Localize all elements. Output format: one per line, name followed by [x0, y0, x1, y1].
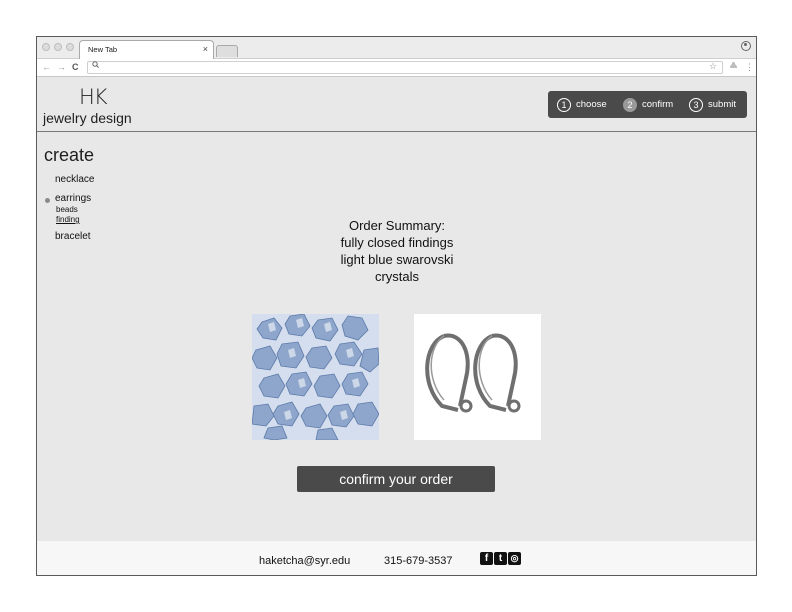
findings-illustration [414, 314, 541, 440]
instagram-icon[interactable]: ◎ [508, 552, 521, 565]
step-submit[interactable]: 3 submit [689, 97, 736, 112]
sidebar-item-earrings[interactable]: earrings [55, 193, 91, 204]
step-number: 2 [623, 97, 637, 112]
findings-image [414, 314, 541, 440]
create-heading: create [44, 145, 95, 165]
site-header: HK jewelry design 1 choose 2 confirm 3 s… [37, 77, 756, 132]
zoom-window-dot[interactable] [66, 43, 74, 51]
summary-line: light blue swarovski [340, 252, 454, 267]
confirm-order-button[interactable]: confirm your order [297, 466, 495, 492]
facebook-icon[interactable]: f [480, 552, 493, 565]
active-bullet-icon [45, 198, 50, 203]
summary-line: crystals [374, 269, 420, 284]
browser-tab[interactable]: New Tab × [79, 40, 214, 59]
step-label: confirm [642, 99, 674, 110]
forward-arrow-icon[interactable]: → [57, 62, 66, 72]
summary-line: fully closed findings [340, 235, 454, 250]
profile-icon[interactable] [741, 41, 751, 51]
extension-icon[interactable] [729, 61, 738, 71]
tab-bar: New Tab × [37, 37, 756, 59]
logo-mark: HK [79, 85, 108, 109]
new-tab-button[interactable] [216, 45, 238, 57]
crystals-illustration [252, 314, 379, 440]
footer-email[interactable]: haketcha@syr.edu [259, 555, 350, 567]
summary-line: Order Summary: [348, 218, 446, 233]
order-summary: Order Summary: fully closed findings lig… [297, 217, 497, 285]
sidebar-subitem-finding[interactable]: finding [56, 215, 80, 224]
address-row: ← → C ☆ ⋮ [37, 59, 756, 77]
close-window-dot[interactable] [42, 43, 50, 51]
sidebar-item-necklace[interactable]: necklace [55, 174, 94, 185]
minimize-window-dot[interactable] [54, 43, 62, 51]
reload-icon[interactable]: C [72, 62, 79, 72]
tab-close-icon[interactable]: × [203, 44, 208, 54]
back-arrow-icon[interactable]: ← [42, 62, 51, 72]
browser-window: New Tab × ← → C ☆ ⋮ HK jewelry design 1 … [36, 36, 757, 576]
address-bar[interactable] [87, 61, 723, 74]
logo-text: jewelry design [43, 110, 132, 126]
footer: haketcha@syr.edu 315-679-3537 f t ◎ [37, 541, 756, 575]
sidebar-item-bracelet[interactable]: bracelet [55, 231, 91, 242]
search-icon [92, 61, 99, 70]
tab-title: New Tab [88, 45, 118, 54]
menu-dots-icon[interactable]: ⋮ [745, 62, 754, 73]
crystals-image [252, 314, 379, 440]
bookmark-star-icon[interactable]: ☆ [709, 61, 717, 72]
sidebar-subitem-beads[interactable]: beads [56, 205, 78, 214]
progress-steps: 1 choose 2 confirm 3 submit [548, 91, 747, 118]
step-choose[interactable]: 1 choose [557, 97, 607, 112]
step-number: 1 [557, 97, 571, 112]
step-label: submit [708, 99, 736, 110]
footer-phone: 315-679-3537 [384, 555, 453, 567]
step-confirm[interactable]: 2 confirm [623, 97, 673, 112]
twitter-icon[interactable]: t [494, 552, 507, 565]
step-label: choose [576, 99, 607, 110]
step-number: 3 [689, 97, 703, 112]
